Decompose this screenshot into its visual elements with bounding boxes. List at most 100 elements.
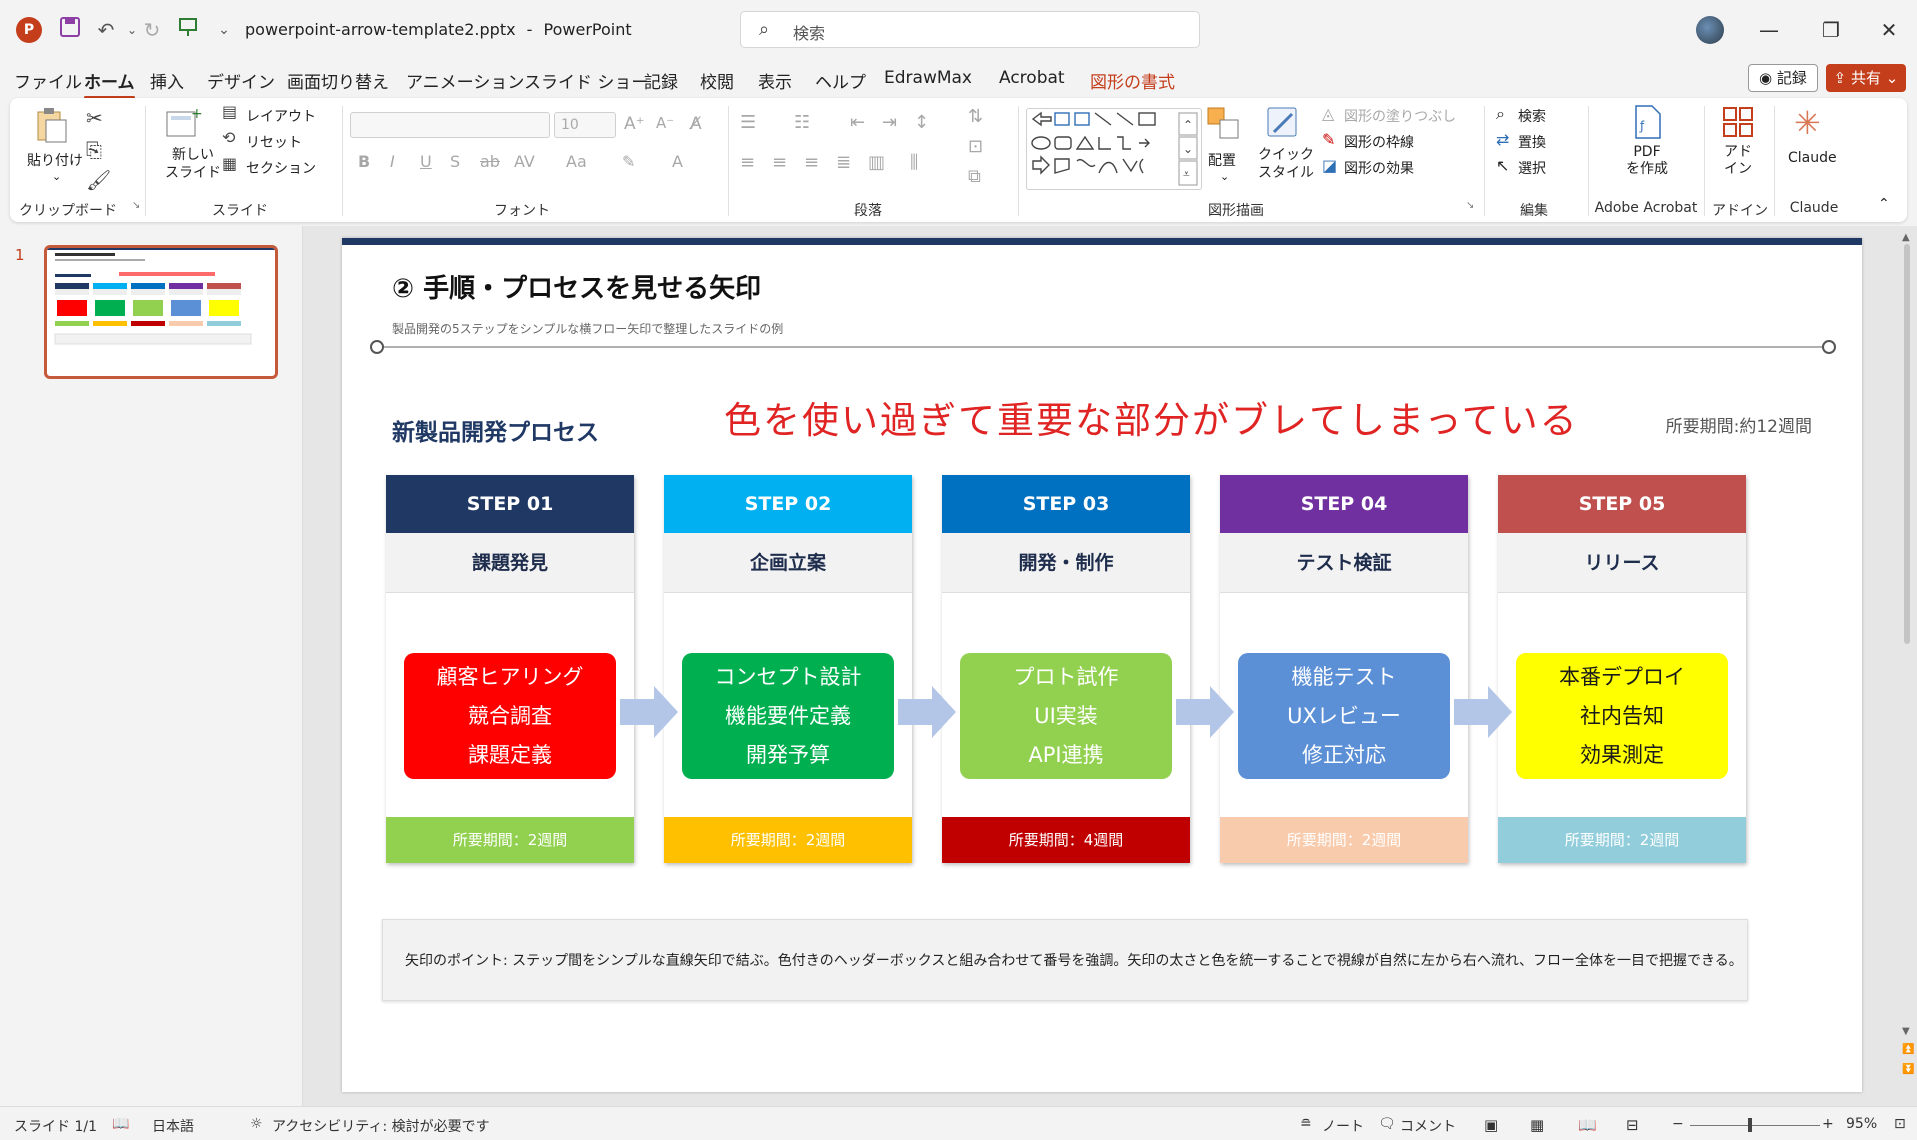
tab-transitions[interactable]: 画面切り替え (287, 68, 389, 93)
customize-toolbar-icon[interactable]: ⌄ (210, 16, 238, 44)
flow-arrow[interactable] (1454, 686, 1512, 738)
tab-record[interactable]: 記録 (644, 68, 678, 93)
tab-help[interactable]: ヘルプ (815, 68, 866, 93)
zoom-out-icon[interactable]: − (1672, 1116, 1684, 1132)
clear-format-icon[interactable]: A̸ (690, 114, 702, 134)
paste-label[interactable]: 貼り付け (27, 150, 83, 170)
addin-label[interactable]: アド イン (1724, 144, 1752, 178)
reading-view-icon[interactable]: 📖 (1578, 1116, 1597, 1134)
highlight-icon[interactable]: ✎ (622, 152, 635, 171)
step-task-box[interactable]: プロト試作 UI実装 API連携 (960, 653, 1172, 779)
scroll-down-icon[interactable]: ▼ (1902, 1026, 1910, 1037)
flow-arrow[interactable] (620, 686, 678, 738)
step-card[interactable]: STEP 04 テスト検証 機能テスト UXレビュー 修正対応 所要期間：2週間 (1220, 475, 1468, 863)
minimize-icon[interactable]: — (1746, 14, 1792, 46)
tab-review[interactable]: 校閲 (700, 68, 734, 93)
underline-icon[interactable]: U (420, 152, 432, 171)
fit-to-window-icon[interactable]: ⊡ (1894, 1116, 1906, 1132)
tab-home[interactable]: ホーム (84, 68, 135, 99)
step-card[interactable]: STEP 01 課題発見 顧客ヒアリング 競合調査 課題定義 所要期間：2週間 (386, 475, 634, 863)
replace-icon[interactable]: ⇄ (1496, 130, 1509, 149)
comments-icon[interactable]: 🗨 (1378, 1116, 1396, 1132)
new-slide-icon[interactable]: + (165, 106, 203, 145)
record-button[interactable]: ◉ 記録 (1748, 64, 1818, 92)
undo-icon[interactable]: ↶ (92, 16, 120, 44)
shapes-gallery[interactable]: ⌃ ⌄ ⩡ (1026, 108, 1202, 190)
resize-handle-right[interactable] (1822, 340, 1836, 354)
tab-shape-format[interactable]: 図形の書式 (1090, 68, 1175, 93)
step-task-box[interactable]: 機能テスト UXレビュー 修正対応 (1238, 653, 1450, 779)
comments-button[interactable]: コメント (1400, 1116, 1456, 1136)
clipboard-launcher-icon[interactable]: ↘ (132, 200, 140, 211)
warning-text[interactable]: 色を使い過ぎて重要な部分がブレてしまっている (724, 390, 1579, 444)
shape-effects-icon[interactable]: ◪ (1322, 156, 1337, 175)
align-left-icon[interactable]: ≡ (740, 152, 755, 173)
section-button[interactable]: セクション (246, 158, 316, 178)
step-task-box[interactable]: コンセプト設計 機能要件定義 開発予算 (682, 653, 894, 779)
shape-outline-button[interactable]: 図形の枠線 (1344, 132, 1414, 152)
smartart-icon[interactable]: ⧉ (968, 166, 981, 187)
align-text-icon[interactable]: ⊡ (968, 136, 983, 157)
create-pdf-label[interactable]: PDF を作成 (1626, 144, 1668, 178)
shape-effects-button[interactable]: 図形の効果 (1344, 158, 1414, 178)
flow-arrow[interactable] (898, 686, 956, 738)
cut-icon[interactable]: ✂ (86, 106, 103, 130)
shadow-icon[interactable]: S (450, 152, 460, 171)
layout-icon[interactable]: ▤ (222, 102, 237, 121)
pdf-icon[interactable]: ƒ (1632, 104, 1662, 145)
new-slide-label[interactable]: 新しい スライド (165, 146, 221, 182)
shape-fill-icon[interactable]: ◬ (1322, 104, 1334, 123)
grow-font-icon[interactable]: A⁺ (624, 114, 645, 134)
arrange-label[interactable]: 配置 (1208, 150, 1236, 170)
font-name-select[interactable] (350, 112, 550, 138)
shrink-font-icon[interactable]: A⁻ (656, 114, 674, 132)
claude-button[interactable]: Claude (1788, 150, 1837, 166)
step-card[interactable]: STEP 02 企画立案 コンセプト設計 機能要件定義 開発予算 所要期間：2週間 (664, 475, 912, 863)
reset-button[interactable]: リセット (246, 132, 302, 152)
select-button[interactable]: 選択 (1518, 158, 1546, 178)
layout-button[interactable]: レイアウト (246, 106, 316, 126)
accessibility-icon[interactable]: ☼ (250, 1116, 263, 1132)
avatar[interactable] (1696, 16, 1724, 44)
redo-icon[interactable]: ↻ (138, 16, 166, 44)
spellcheck-icon[interactable]: 📖 (112, 1116, 129, 1132)
scrollbar-thumb[interactable] (1904, 244, 1910, 644)
shape-fill-button[interactable]: 図形の塗りつぶし (1344, 106, 1456, 126)
quick-style-icon[interactable] (1262, 104, 1302, 149)
font-size-select[interactable]: 10 (554, 112, 616, 138)
zoom-in-icon[interactable]: + (1822, 1116, 1834, 1132)
previous-slide-icon[interactable]: ⏫ (1902, 1044, 1914, 1055)
total-duration[interactable]: 所要期間:約12週間 (1666, 412, 1812, 437)
next-slide-icon[interactable]: ⏬ (1902, 1064, 1914, 1075)
accessibility-status[interactable]: アクセシビリティ: 検討が必要です (272, 1116, 490, 1136)
align-center-icon[interactable]: ≡ (772, 152, 787, 173)
tab-acrobat[interactable]: Acrobat (999, 68, 1065, 88)
arrange-icon[interactable] (1206, 106, 1242, 147)
slide-thumbnail[interactable] (44, 245, 278, 379)
align-right-icon[interactable]: ≡ (804, 152, 819, 173)
reset-icon[interactable]: ⟲ (222, 128, 235, 147)
restore-icon[interactable]: ❐ (1808, 14, 1854, 46)
claude-icon[interactable]: ✳ (1794, 104, 1821, 142)
vertical-scrollbar[interactable]: ▲ ▼ ⏫ ⏬ (1897, 232, 1917, 1087)
notes-icon[interactable]: ≘ (1300, 1116, 1312, 1132)
justify-icon[interactable]: ≣ (836, 152, 851, 173)
zoom-slider-thumb[interactable] (1748, 1118, 1752, 1132)
quick-style-label[interactable]: クイック スタイル (1258, 146, 1314, 182)
char-spacing-icon[interactable]: AV (514, 152, 535, 171)
slide-sorter-icon[interactable]: ▦ (1530, 1116, 1544, 1134)
search-box[interactable]: ⌕ 検索 (740, 11, 1200, 48)
section-icon[interactable]: ▦ (222, 154, 237, 173)
copy-icon[interactable]: ⎘ (86, 138, 102, 162)
decrease-indent-icon[interactable]: ⇤ (850, 112, 865, 133)
slide-canvas[interactable]: ② 手順・プロセスを見せる矢印 製品開発の5ステップをシンプルな横フロー矢印で整… (342, 238, 1862, 1092)
paste-icon[interactable] (32, 106, 72, 146)
shape-outline-icon[interactable]: ✎ (1322, 130, 1335, 149)
step-card[interactable]: STEP 03 開発・制作 プロト試作 UI実装 API連携 所要期間：4週間 (942, 475, 1190, 863)
note-box[interactable]: 矢印のポイント: ステップ間をシンプルな直線矢印で結ぶ。色付きのヘッダーボックス… (382, 919, 1748, 1001)
close-icon[interactable]: ✕ (1866, 14, 1912, 46)
strikethrough-icon[interactable]: ab (480, 152, 500, 171)
slide-subtitle[interactable]: 製品開発の5ステップをシンプルな横フロー矢印で整理したスライドの例 (392, 320, 783, 337)
drawing-launcher-icon[interactable]: ↘ (1466, 200, 1474, 211)
language-indicator[interactable]: 日本語 (152, 1116, 194, 1136)
